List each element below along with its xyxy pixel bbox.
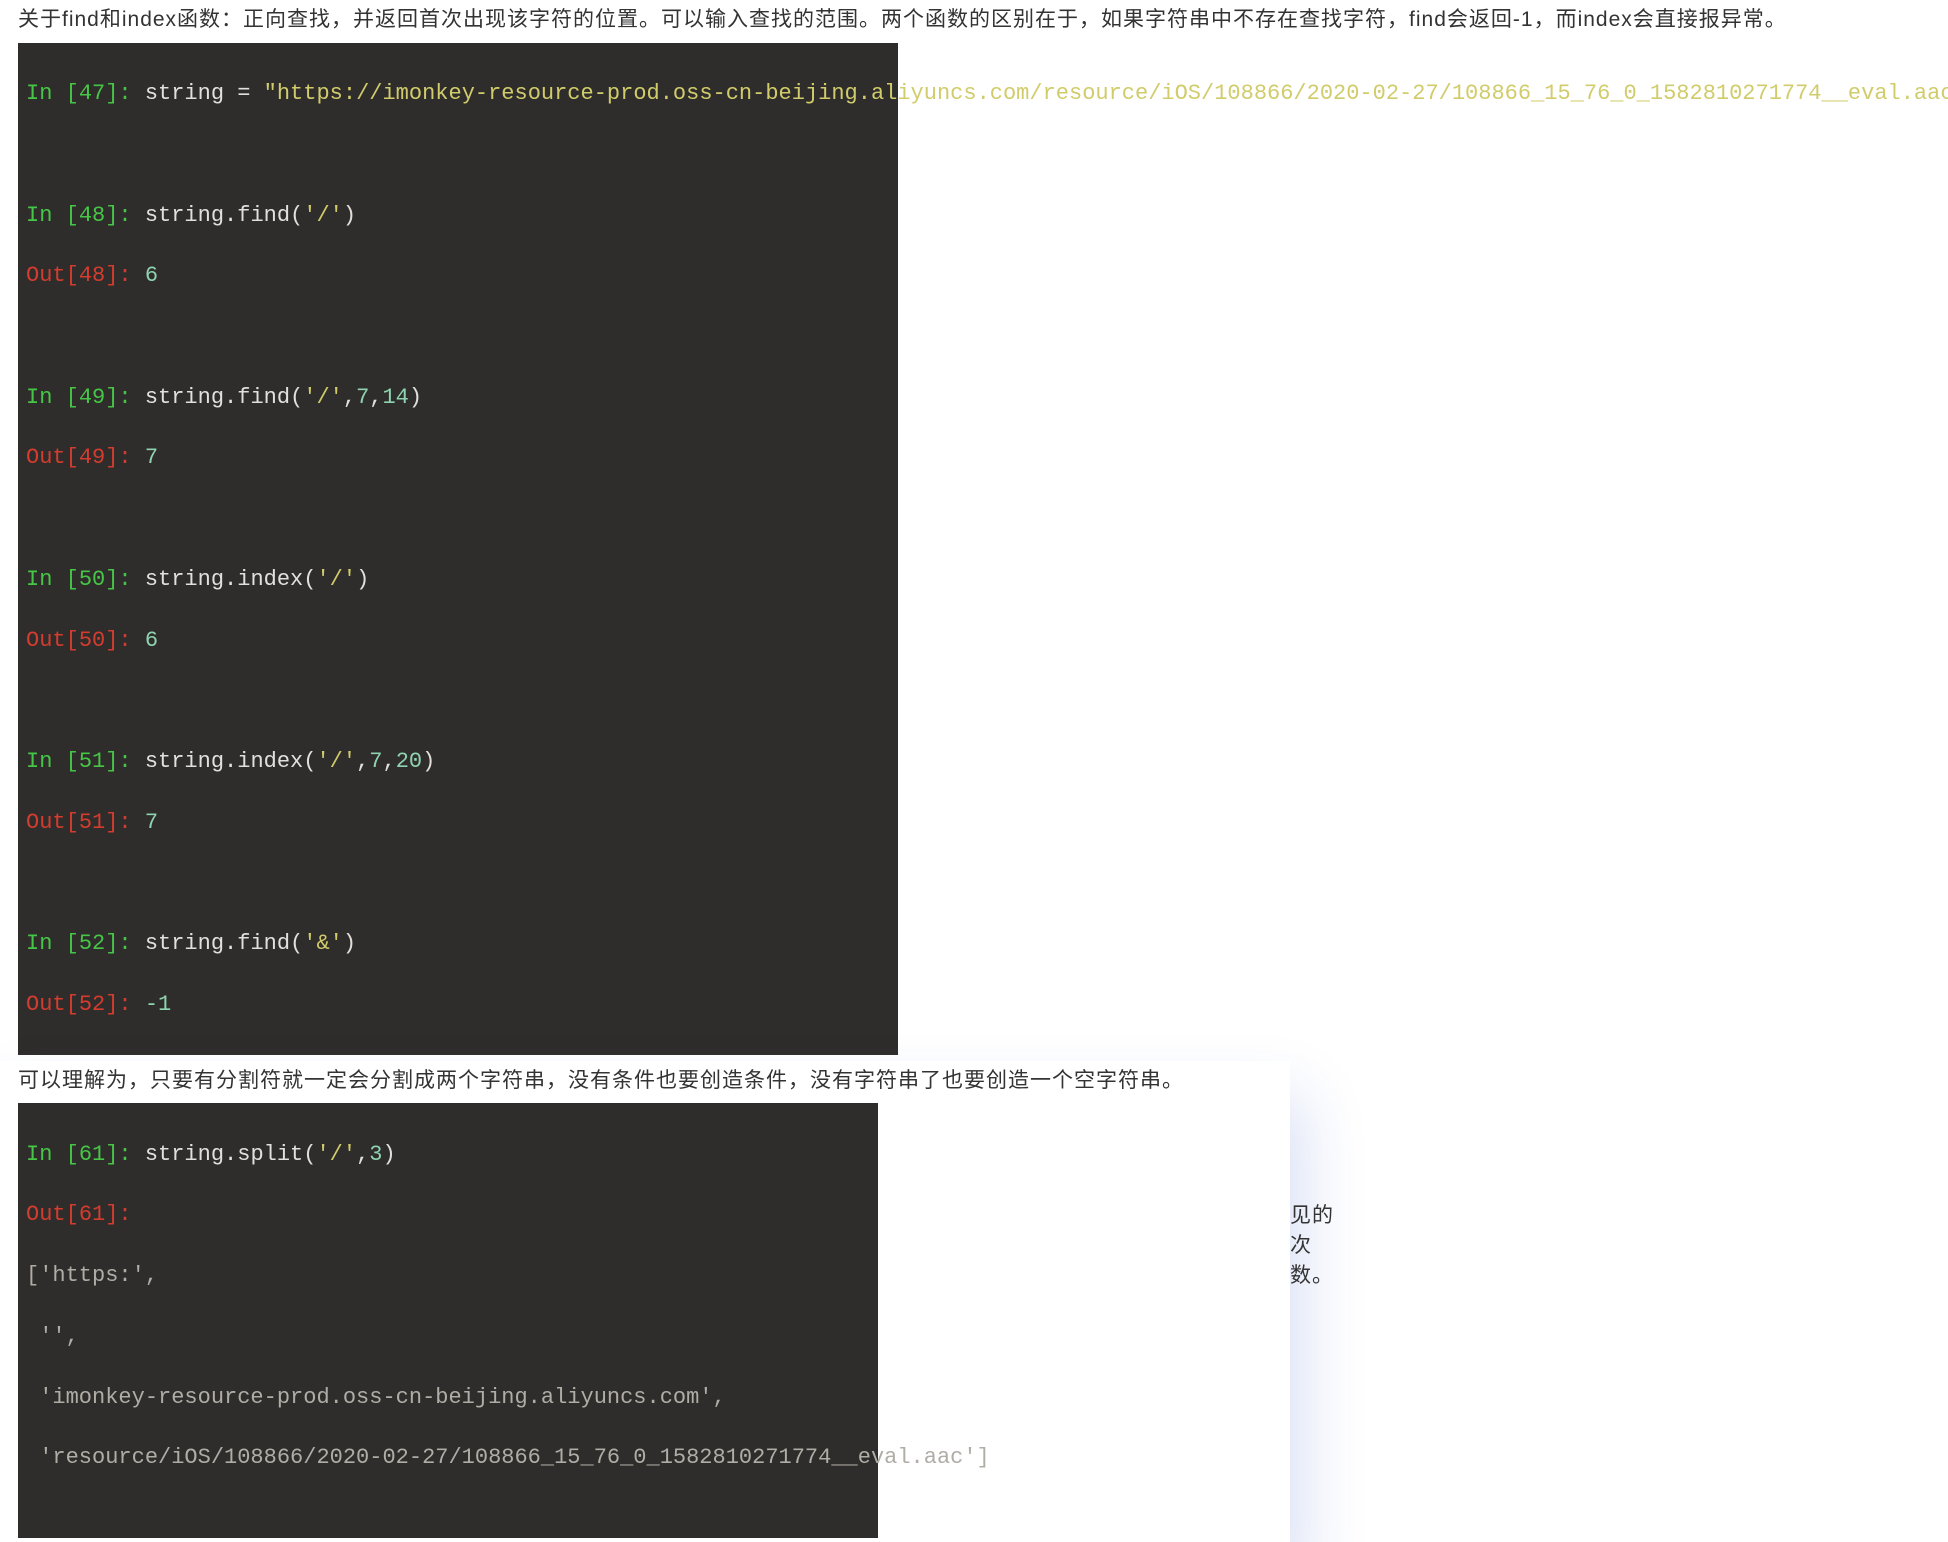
output-line: Out[50]: 6 [26, 626, 890, 656]
output-line: Out[49]: 7 [26, 443, 890, 473]
code-line: In [61]: string.split('/',3) [26, 1140, 870, 1170]
overlay-card: 可以理解为，只要有分割符就一定会分割成两个字符串，没有条件也要创造条件，没有字符… [0, 1061, 1290, 1542]
output-line: Out[52]: -1 [26, 990, 890, 1020]
output-line: '', [26, 1322, 870, 1352]
code-line: In [51]: string.index('/',7,20) [26, 747, 890, 777]
output-line: Out[48]: 6 [26, 261, 890, 291]
output-line: ['https:', [26, 1261, 870, 1291]
output-line: 'imonkey-resource-prod.oss-cn-beijing.al… [26, 1383, 870, 1413]
code-line: In [48]: string.find('/') [26, 201, 890, 231]
output-line: Out[61]: [26, 1200, 870, 1230]
partially-hidden-text: 见的次数。 [1290, 1199, 1334, 1289]
output-line: Out[51]: 7 [26, 808, 890, 838]
code-line: In [50]: string.index('/') [26, 565, 890, 595]
output-line: 'resource/iOS/108866/2020-02-27/108866_1… [26, 1443, 870, 1473]
intro-paragraph: 关于find和index函数：正向查找，并返回首次出现该字符的位置。可以输入查找… [0, 0, 1948, 43]
code-line: In [49]: string.find('/',7,14) [26, 383, 890, 413]
terminal-block-1: In [47]: string = "https://imonkey-resou… [18, 43, 898, 1055]
code-line: In [52]: string.find('&') [26, 929, 890, 959]
split-paragraph: 可以理解为，只要有分割符就一定会分割成两个字符串，没有条件也要创造条件，没有字符… [0, 1061, 1290, 1104]
code-line: In [47]: string = "https://imonkey-resou… [26, 79, 890, 109]
terminal-block-2: In [61]: string.split('/',3) Out[61]: ['… [18, 1103, 878, 1538]
